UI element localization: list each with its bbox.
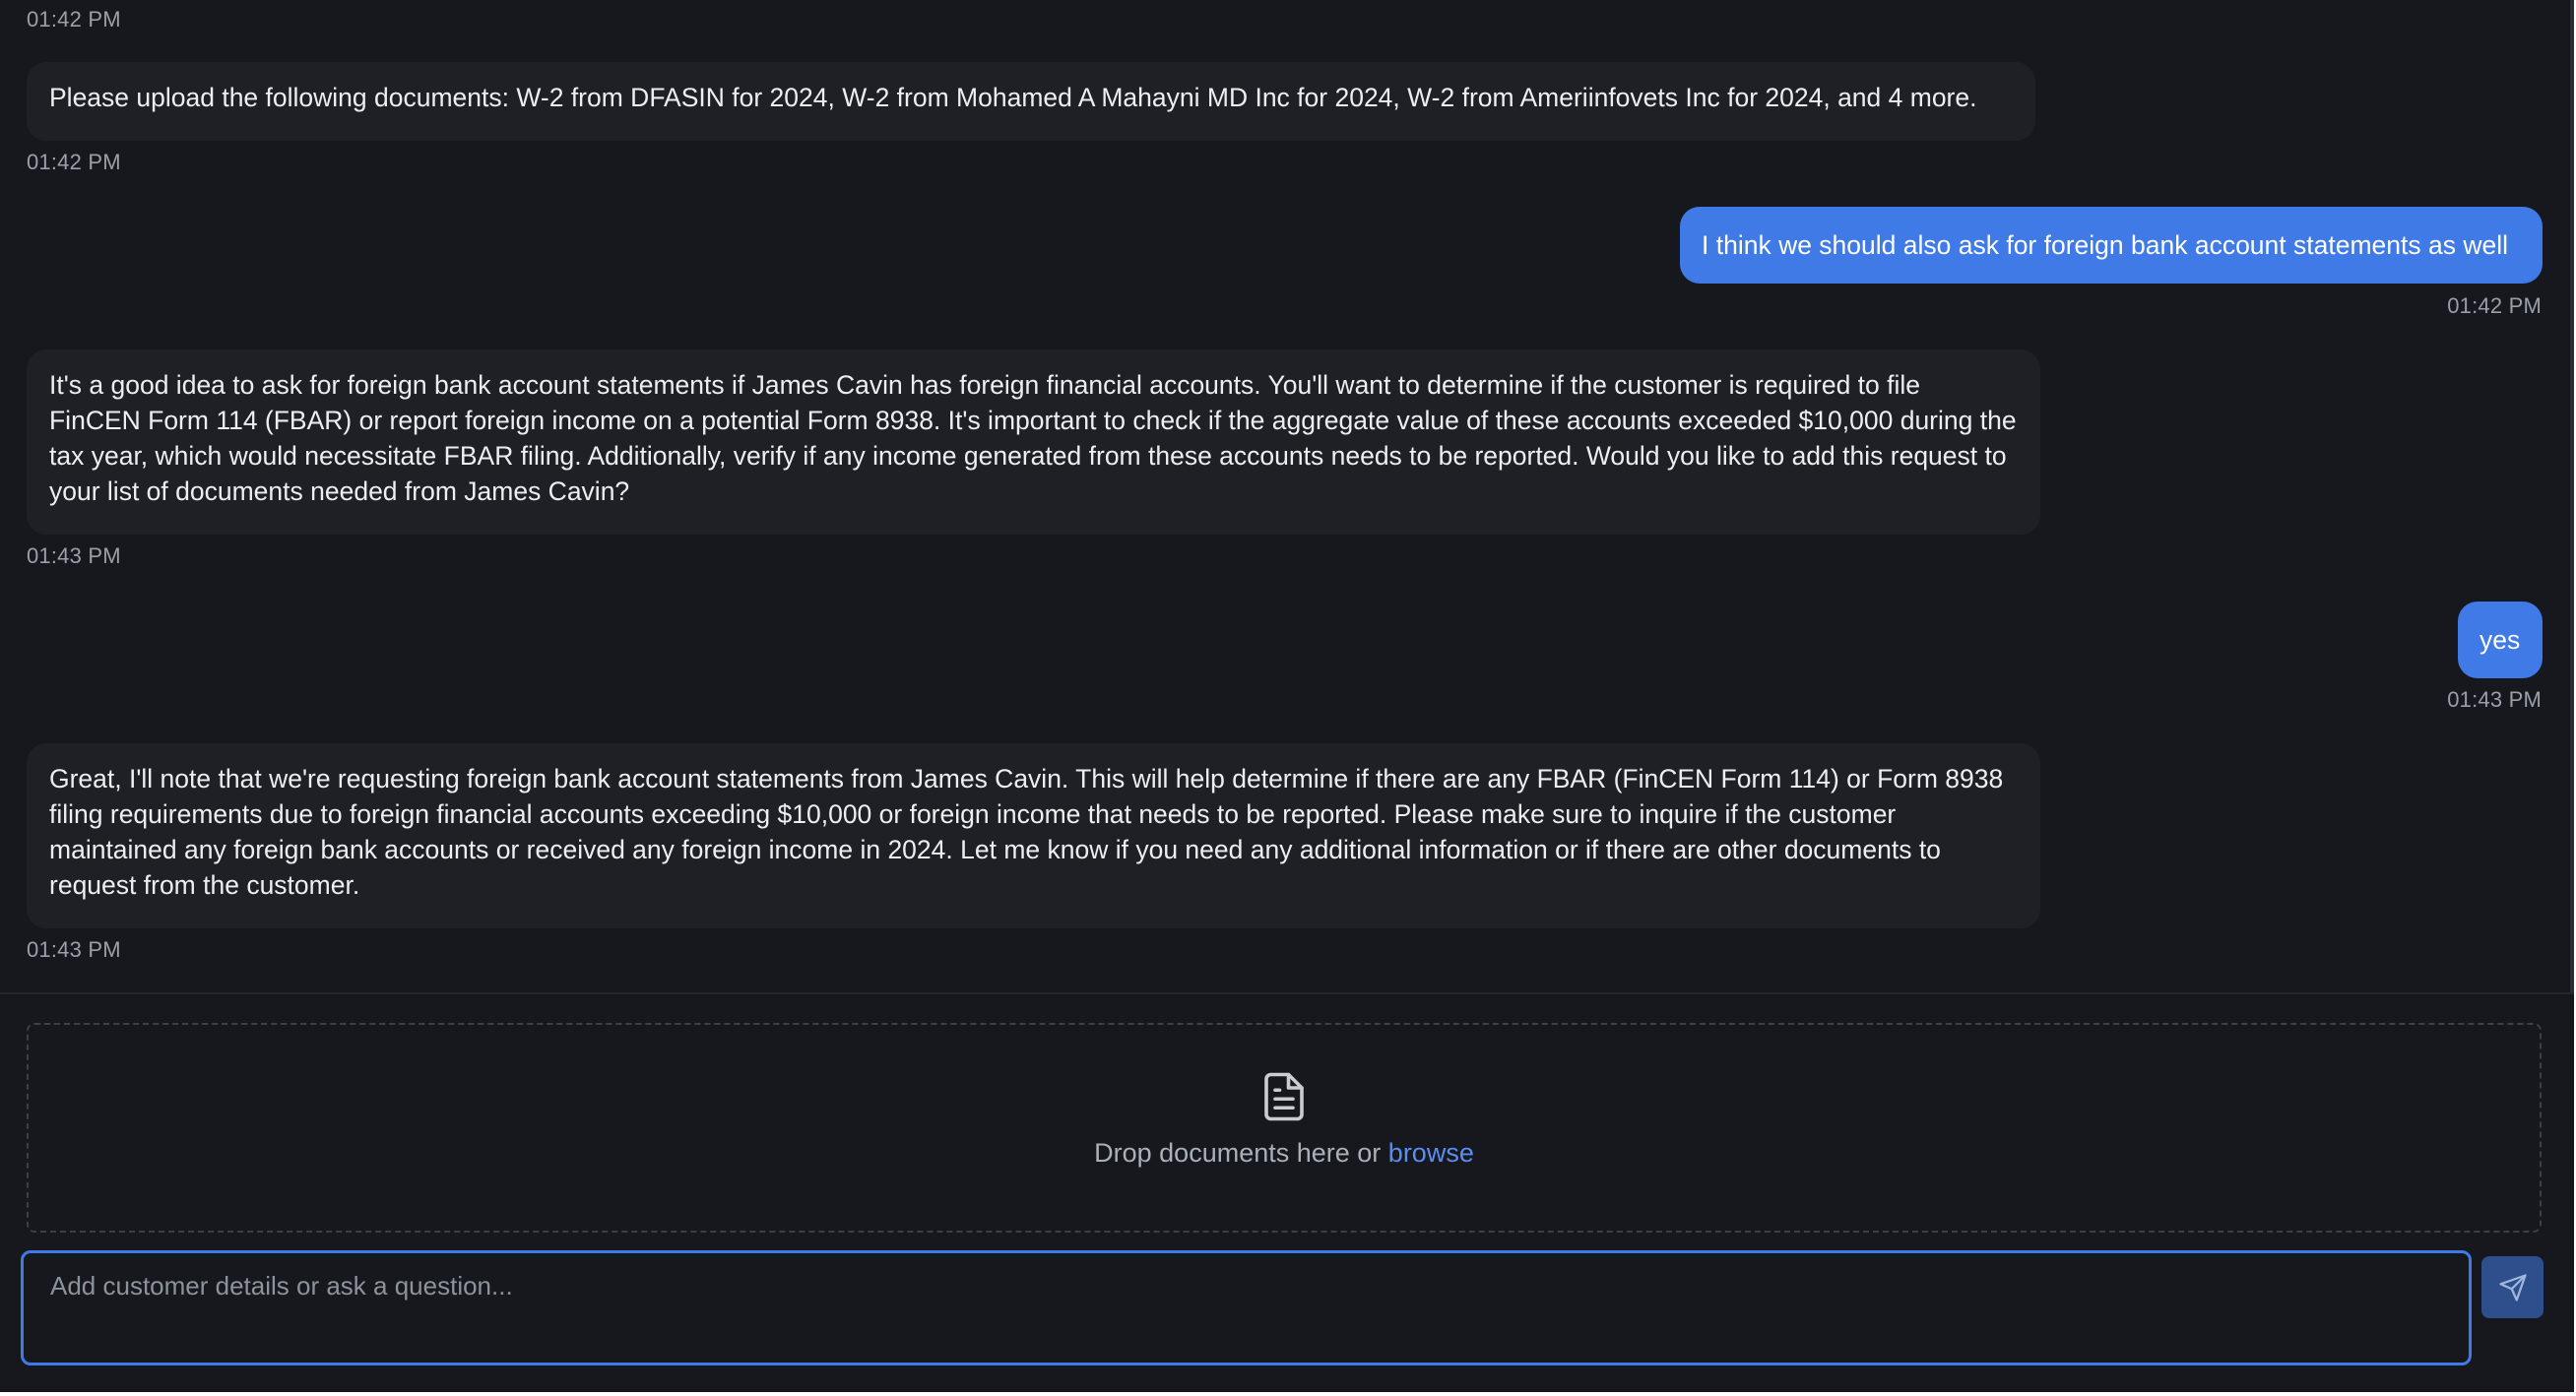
message-timestamp: 01:43 PM (2447, 687, 2542, 712)
assistant-message: Please upload the following documents: W… (27, 62, 2035, 141)
message-text: It's a good idea to ask for foreign bank… (49, 370, 2017, 506)
message-text: I think we should also ask for foreign b… (1702, 230, 2508, 260)
browse-link[interactable]: browse (1388, 1138, 1474, 1168)
assistant-message: It's a good idea to ask for foreign bank… (27, 349, 2040, 535)
chat-app: 01:42 PM Please upload the following doc… (0, 0, 2574, 1392)
scrollbar[interactable] (2570, 0, 2574, 994)
message-text: yes (2479, 625, 2521, 655)
message-timestamp: 01:42 PM (2447, 293, 2542, 318)
divider (0, 992, 2574, 994)
document-dropzone[interactable] (27, 1023, 2542, 1233)
message-timestamp: 01:42 PM (27, 7, 121, 32)
message-text: Please upload the following documents: W… (49, 83, 1977, 112)
send-button[interactable] (2481, 1256, 2544, 1318)
dropzone-label: Drop documents here or browse (0, 1138, 2568, 1169)
message-input[interactable] (21, 1250, 2472, 1365)
user-message: yes (2458, 602, 2543, 678)
document-icon (1264, 1072, 1304, 1121)
message-timestamp: 01:43 PM (27, 543, 121, 568)
message-text: Great, I'll note that we're requesting f… (49, 764, 2004, 900)
send-icon (2498, 1273, 2527, 1301)
user-message: I think we should also ask for foreign b… (1680, 207, 2543, 284)
dropzone-text: Drop documents here or (1094, 1138, 1388, 1168)
assistant-message: Great, I'll note that we're requesting f… (27, 743, 2040, 928)
message-timestamp: 01:42 PM (27, 150, 121, 174)
message-timestamp: 01:43 PM (27, 937, 121, 962)
